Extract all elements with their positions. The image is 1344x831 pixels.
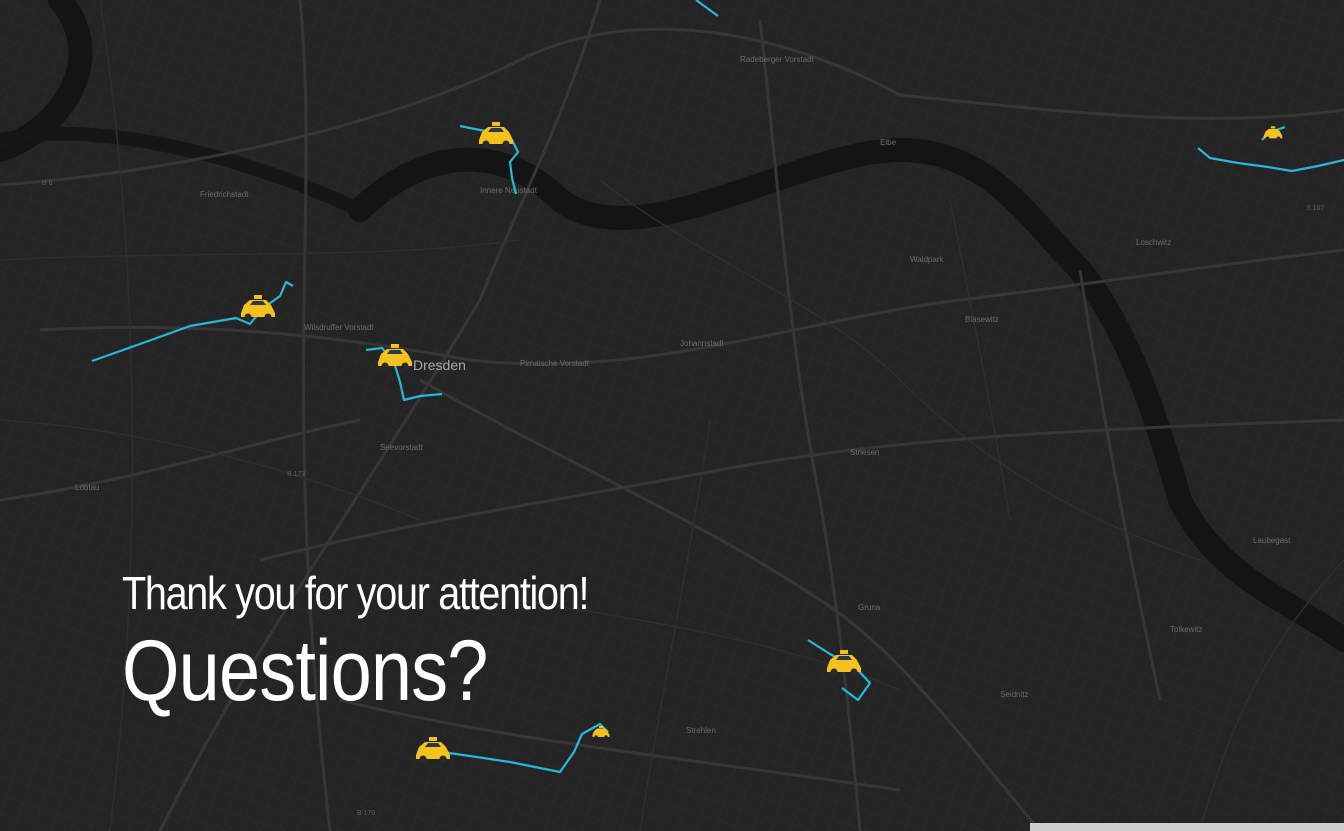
label-pirnaische: Pirnaische Vorstadt (520, 359, 590, 368)
road-label-b6: B 6 (42, 180, 53, 187)
road-label-s167: S 167 (1306, 205, 1324, 212)
label-elbe: Elbe (880, 138, 897, 147)
label-waldpark: Waldpark (910, 255, 944, 264)
city-label-dresden: Dresden (413, 357, 466, 373)
label-tolkewitz: Tolkewitz (1170, 625, 1202, 634)
label-wilsdruffer: Wilsdruffer Vorstadt (304, 323, 374, 332)
label-loschwitz: Loschwitz (1136, 238, 1171, 247)
label-blasewitz: Blasewitz (965, 315, 999, 324)
slide: Innere Neustadt Radeberger Vorstadt Frie… (0, 0, 1344, 831)
label-friedrichstadt: Friedrichstadt (200, 190, 249, 199)
slide-headline: Thank you for your attention! Questions? (122, 560, 664, 716)
label-radeberger: Radeberger Vorstadt (740, 55, 815, 64)
questions-text: Questions? (122, 623, 488, 719)
label-striesen: Striesen (850, 448, 879, 457)
road-label-b170: B 170 (357, 810, 375, 817)
label-loebtau: Löbtau (75, 483, 99, 492)
label-johannstadt: Johannstadt (680, 339, 724, 348)
label-laubegast: Laubegast (1253, 536, 1291, 545)
label-seevorstadt: Seevorstadt (380, 443, 423, 452)
label-neustadt: Innere Neustadt (480, 186, 538, 195)
label-gruna: Gruna (858, 603, 881, 612)
map-attribution-bar (1030, 823, 1344, 831)
label-seidnitz: Seidnitz (1000, 690, 1028, 699)
label-strehlen: Strehlen (686, 726, 716, 735)
thank-you-text: Thank you for your attention! (122, 567, 589, 619)
road-label-b173: B 173 (287, 471, 305, 478)
